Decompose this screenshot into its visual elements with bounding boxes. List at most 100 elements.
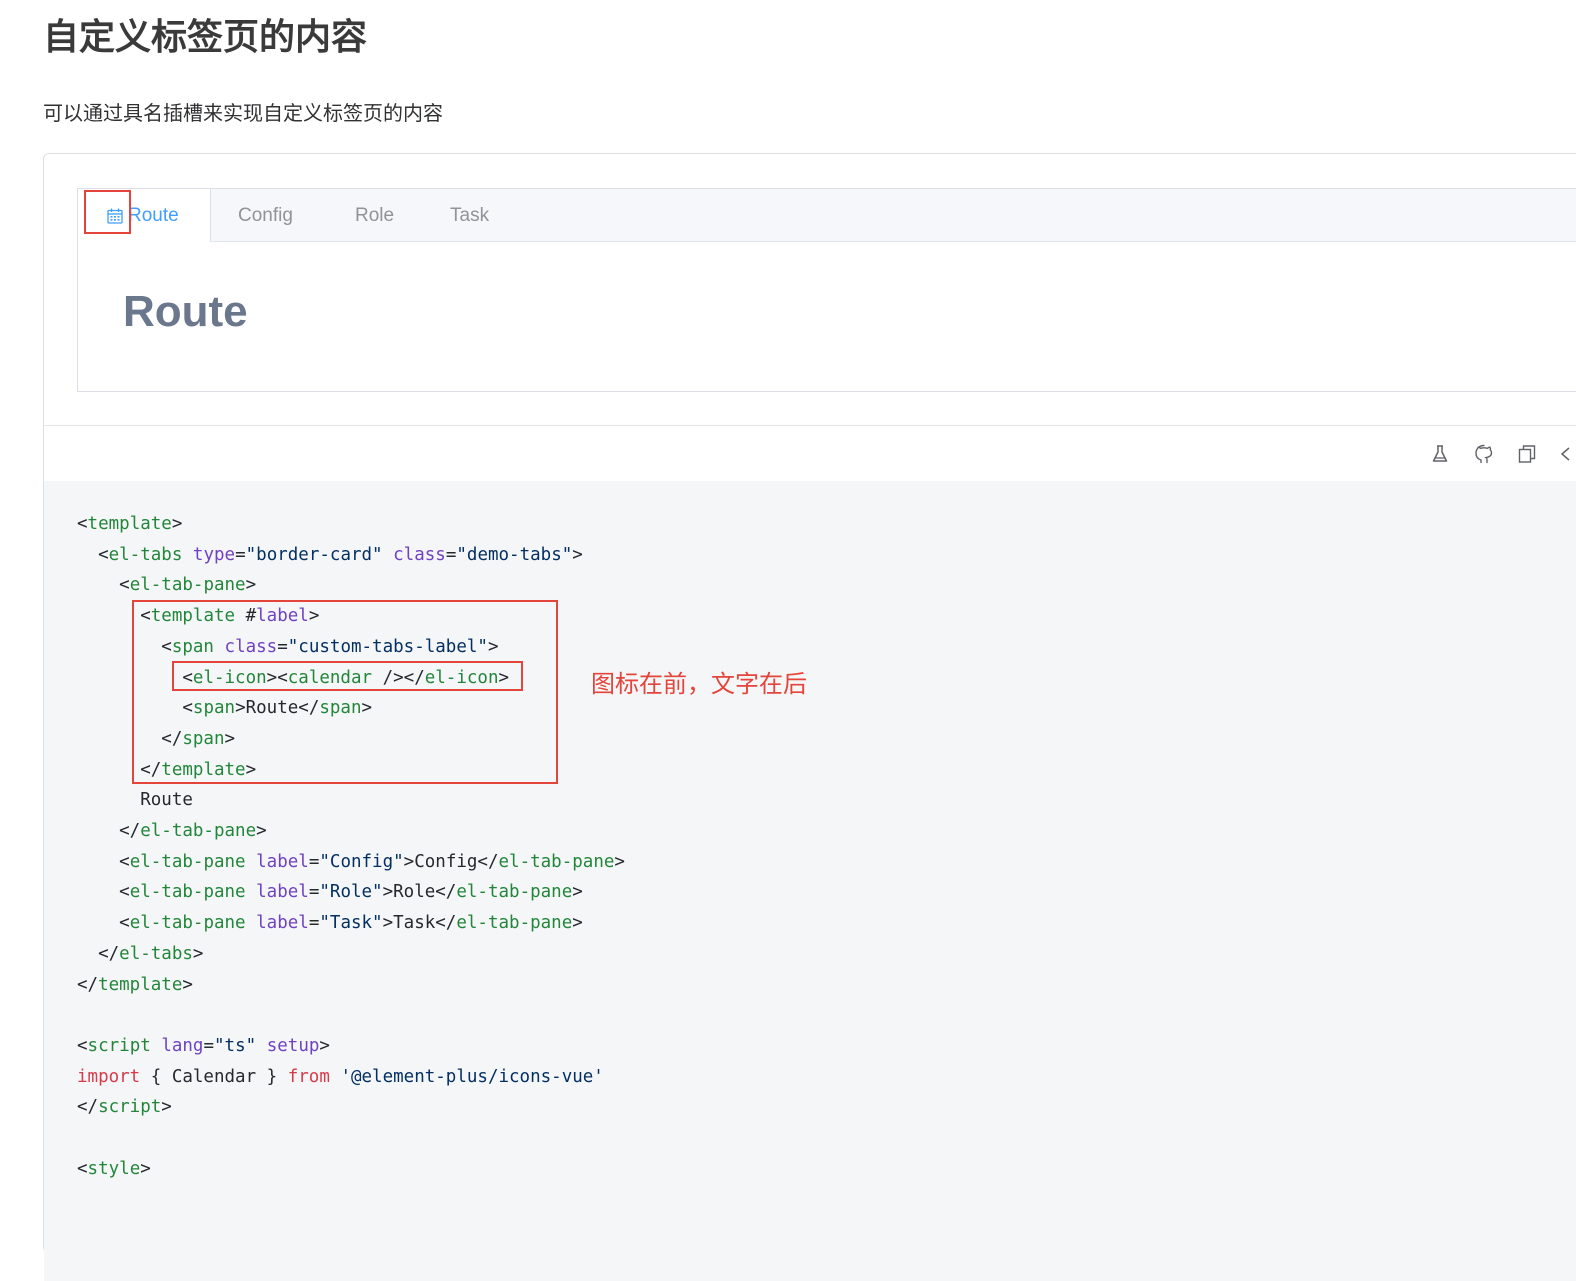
code-token: <: [77, 636, 172, 657]
code-token: >: [192, 943, 204, 964]
code-token: =: [445, 544, 457, 565]
code-token: </: [77, 821, 141, 841]
code-line: import { Calendar } from '@element-plus/…: [77, 1062, 604, 1092]
code-token: <: [77, 667, 193, 688]
tabs-card: Route Config Role Task Route: [77, 188, 1576, 392]
github-icon[interactable]: [1473, 443, 1495, 465]
code-line: </template>: [77, 970, 193, 1000]
code-token: >: [498, 667, 510, 688]
code-toggle-icon[interactable]: [1556, 443, 1576, 465]
code-token: span: [319, 698, 362, 719]
code-token: <: [77, 913, 130, 934]
code-token: <: [77, 575, 130, 596]
code-token: from: [287, 1066, 330, 1087]
code-token: "custom-tabs-label": [287, 636, 488, 657]
code-token: =: [203, 1035, 215, 1056]
calendar-icon: [107, 208, 123, 224]
code-token: >: [308, 606, 320, 627]
code-token: >: [245, 759, 257, 780]
code-line: <el-tabs type="border-card" class="demo-…: [77, 540, 583, 570]
code-token: </: [77, 943, 120, 964]
page-title: 自定义标签页的内容: [43, 17, 368, 58]
code-token: type: [192, 544, 236, 565]
tab-role[interactable]: Role: [355, 189, 394, 242]
code-token: "border-card": [245, 544, 383, 565]
code-token: el-tabs: [119, 943, 193, 964]
tab-task[interactable]: Task: [450, 189, 489, 242]
code-token: el-tabs: [108, 544, 183, 565]
code-token: el-icon: [424, 667, 499, 688]
code-line: <template>: [77, 509, 182, 539]
code-token: span: [171, 636, 214, 657]
tab-route[interactable]: Route: [78, 189, 211, 242]
code-line: <script lang="ts" setup>: [77, 1031, 330, 1061]
code-token: >: [140, 1158, 151, 1179]
code-token: #: [235, 606, 257, 627]
code-line: </el-tabs>: [77, 939, 203, 969]
code-token: >: [487, 636, 499, 657]
code-line: </script>: [77, 1092, 172, 1122]
code-token: script: [98, 1097, 162, 1118]
divider: [44, 425, 1576, 426]
code-token: import: [77, 1066, 141, 1087]
code-token: el-tab-pane: [456, 882, 573, 903]
code-token: span: [192, 698, 236, 719]
code-token: { Calendar }: [140, 1066, 288, 1087]
code-token: label: [256, 882, 309, 903]
code-line: </el-tab-pane>: [77, 816, 267, 846]
code-line: </template>: [77, 755, 256, 785]
tab-config-label: Config: [238, 205, 293, 226]
code-block: <template> <el-tabs type="border-card" c…: [44, 481, 1576, 1281]
code-line: </span>: [77, 724, 235, 754]
code-token: span: [182, 728, 225, 749]
code-token: =: [308, 913, 320, 934]
code-token: <: [77, 698, 193, 719]
copy-icon[interactable]: [1516, 443, 1538, 465]
code-token: style: [87, 1158, 141, 1179]
code-line: <span>Route</span>: [77, 693, 372, 723]
code-token: >Role</: [382, 882, 457, 903]
code-token: <: [77, 606, 151, 627]
code-line: <template #label>: [77, 601, 319, 631]
code-token: '@element-plus/icons-vue': [340, 1066, 604, 1087]
code-token: <: [77, 544, 109, 565]
tabs-header: Route Config Role Task: [78, 189, 1576, 242]
code-token: template: [150, 606, 236, 627]
code-token: template: [87, 514, 172, 534]
code-token: "Role": [319, 882, 383, 903]
code-token: >: [161, 1097, 172, 1118]
code-token: label: [256, 851, 309, 872]
code-token: lang: [161, 1035, 204, 1056]
code-token: template: [98, 974, 183, 995]
code-token: el-tab-pane: [129, 851, 246, 872]
code-token: el-icon: [192, 667, 267, 688]
code-token: template: [161, 759, 246, 780]
tab-content: Route: [123, 287, 248, 336]
code-line: <style>: [77, 1154, 151, 1184]
code-token: class: [393, 544, 446, 565]
code-token: el-tab-pane: [140, 821, 257, 841]
code-token: >: [614, 851, 625, 872]
code-token: <: [77, 1035, 88, 1056]
code-token: /></: [372, 667, 425, 688]
code-token: Route: [77, 790, 193, 811]
annotation-text: 图标在前，文字在后: [591, 670, 807, 698]
code-token: =: [308, 851, 320, 872]
code-line: Route: [77, 785, 193, 815]
code-token: "Task": [319, 913, 383, 934]
demo-block: Route Config Role Task Route <template>: [43, 153, 1576, 1281]
code-token: </: [77, 759, 162, 780]
tab-role-label: Role: [355, 205, 395, 226]
code-token: <: [77, 514, 88, 534]
code-token: >Task</: [382, 913, 457, 934]
tab-config[interactable]: Config: [238, 189, 293, 242]
code-line: <el-tab-pane label="Role">Role</el-tab-p…: [77, 877, 583, 907]
code-line: <el-tab-pane>: [77, 570, 256, 600]
playground-flask-icon[interactable]: [1429, 443, 1451, 465]
code-token: >: [224, 728, 236, 749]
code-line: <el-icon><calendar /></el-icon>: [77, 663, 509, 693]
